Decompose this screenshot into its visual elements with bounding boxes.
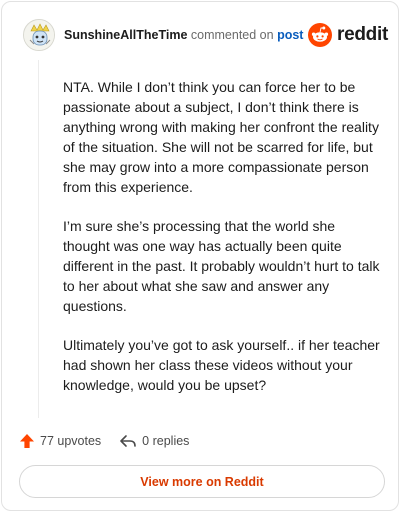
comment-meta: SunshineAllTheTime commented on post	[64, 27, 303, 43]
commented-on-text: commented on	[190, 28, 274, 42]
reply-arrow-icon	[120, 435, 136, 447]
comment-paragraph: Ultimately you’ve got to ask yourself.. …	[63, 337, 380, 393]
comment-embed-card: SunshineAllTheTime commented on post red…	[1, 1, 399, 511]
reddit-logo[interactable]: reddit	[308, 23, 388, 47]
user-avatar[interactable]	[23, 19, 55, 51]
username-link[interactable]: SunshineAllTheTime	[64, 28, 187, 42]
comment-body: NTA. While I don’t think you can force h…	[63, 77, 383, 414]
comment-actions: 77 upvotes 0 replies	[19, 431, 189, 451]
reddit-wordmark: reddit	[337, 24, 388, 45]
replies-button[interactable]: 0 replies	[119, 433, 189, 449]
reply-count: 0 replies	[142, 434, 190, 448]
comment-paragraph: I’m sure she’s processing that the world…	[63, 218, 380, 314]
upvote-count: 77 upvotes	[40, 434, 102, 448]
post-link[interactable]: post	[277, 28, 303, 42]
comment-paragraph: NTA. While I don’t think you can force h…	[63, 79, 379, 195]
reddit-alien-icon	[308, 23, 333, 47]
view-more-button[interactable]: View more on Reddit	[19, 465, 385, 498]
thread-line	[38, 60, 39, 418]
comment-header: SunshineAllTheTime commented on post red…	[23, 19, 388, 51]
upvote-button[interactable]: 77 upvotes	[19, 433, 101, 449]
upvote-arrow-icon	[20, 434, 34, 448]
